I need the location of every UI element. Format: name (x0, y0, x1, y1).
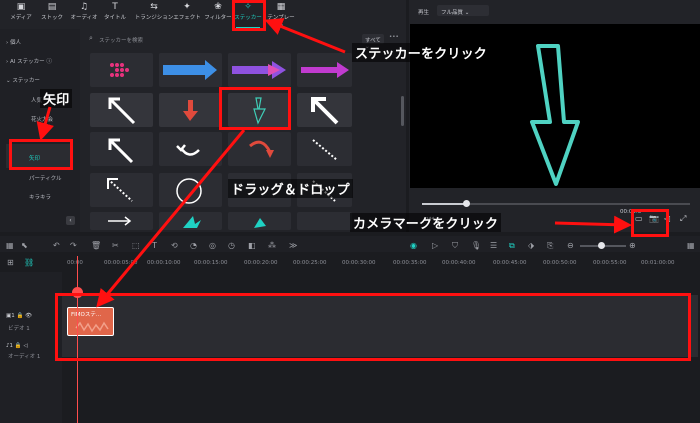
annotation-arrows (36, 18, 632, 308)
arrow-to-arrow-category (36, 106, 54, 141)
arrow-to-sticker-tab (264, 18, 346, 54)
arrow-drag-to-timeline (96, 129, 246, 308)
arrow-to-camera (554, 215, 632, 234)
